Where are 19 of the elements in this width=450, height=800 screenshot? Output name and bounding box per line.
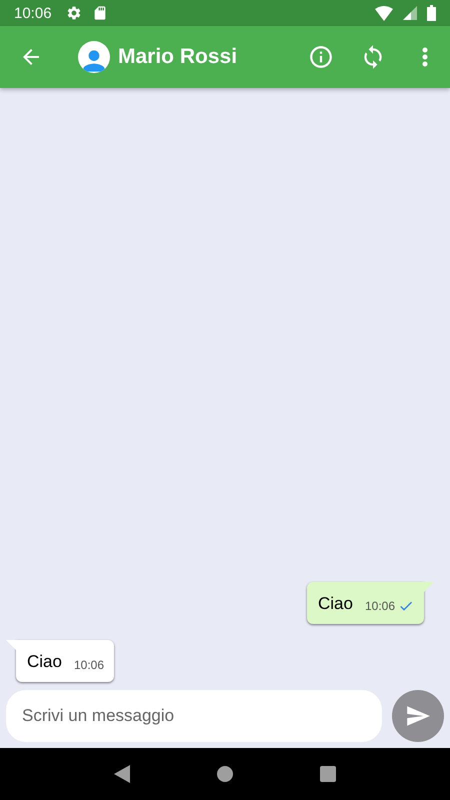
menu-icon — [422, 47, 428, 67]
home-nav-icon — [216, 766, 233, 782]
message-time: 10:06 — [74, 658, 104, 672]
sd-card-icon — [92, 5, 108, 21]
wifi-icon — [375, 6, 393, 20]
message-field[interactable]: Scrivi un messaggio — [6, 690, 382, 742]
status-time: 10:06 — [14, 4, 52, 22]
battery-icon — [427, 5, 436, 21]
send-button[interactable] — [392, 690, 444, 742]
settings-icon — [66, 5, 82, 21]
signal-icon — [403, 6, 417, 20]
contact-name: Mario Rossi — [118, 45, 238, 69]
message-text: Ciao — [318, 594, 353, 614]
message-time: 10:06 — [364, 599, 395, 613]
message-text: Ciao — [27, 652, 62, 672]
info-icon — [308, 44, 334, 70]
avatar-icon — [78, 41, 110, 73]
recents-nav-icon — [320, 766, 336, 782]
back-nav-icon — [114, 765, 130, 783]
